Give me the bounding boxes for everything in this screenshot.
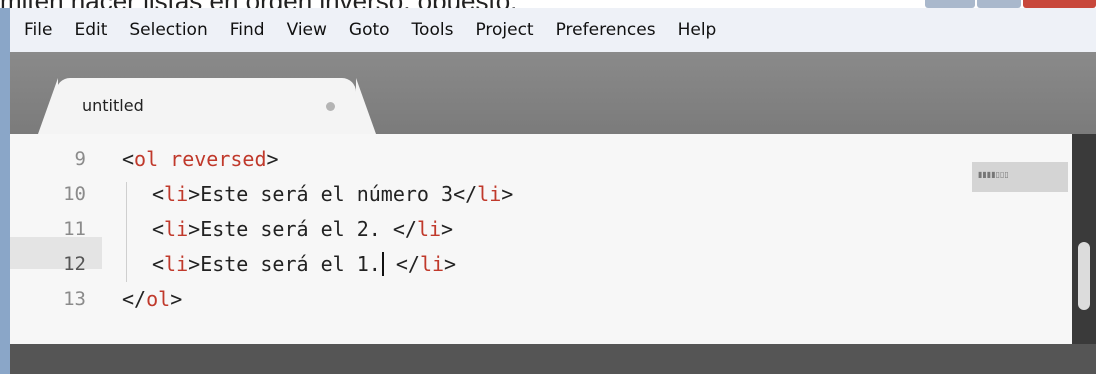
line-number: 10 [63, 183, 86, 205]
menu-find[interactable]: Find [219, 20, 276, 40]
code-line-current: <li>Este será el 1. </li> [152, 252, 457, 276]
minimap-preview: ▮▮▮▮▯▯▯ [978, 170, 1009, 179]
menu-tools[interactable]: Tools [401, 20, 465, 40]
vertical-scrollbar[interactable] [1072, 134, 1096, 344]
menu-help[interactable]: Help [667, 20, 728, 40]
code-editor[interactable]: 9 10 11 12 13 <ol reversed> <li>Este ser… [10, 134, 1096, 344]
tab-bar: untitled [10, 52, 1096, 134]
unsaved-dot-icon[interactable] [326, 102, 335, 111]
menu-goto[interactable]: Goto [338, 20, 401, 40]
minimap[interactable]: ▮▮▮▮▯▯▯ [972, 162, 1068, 192]
scrollbar-thumb[interactable] [1078, 242, 1090, 310]
maximize-button[interactable] [977, 0, 1021, 8]
close-button[interactable] [1023, 0, 1096, 8]
menu-selection[interactable]: Selection [118, 20, 218, 40]
status-bar [10, 344, 1096, 374]
menu-preferences[interactable]: Preferences [545, 20, 667, 40]
tab-edge-left [38, 78, 58, 134]
minimize-button[interactable] [925, 0, 975, 8]
menu-view[interactable]: View [276, 20, 338, 40]
menu-bar: File Edit Selection Find View Goto Tools… [10, 8, 1096, 52]
line-number-gutter: 9 10 11 12 13 [10, 134, 102, 344]
code-line: <ol reversed> [122, 147, 279, 171]
menu-file[interactable]: File [10, 20, 63, 40]
menu-edit[interactable]: Edit [63, 20, 118, 40]
menu-project[interactable]: Project [464, 20, 544, 40]
code-line: <li>Este será el 2. </li> [152, 217, 454, 241]
window-content: File Edit Selection Find View Goto Tools… [10, 8, 1096, 374]
tab-untitled[interactable]: untitled [56, 78, 356, 134]
code-area[interactable]: <ol reversed> <li>Este será el número 3<… [122, 134, 1056, 344]
code-line: </ol> [122, 287, 183, 311]
tab-title: untitled [82, 96, 144, 115]
line-number: 9 [74, 148, 86, 170]
line-number-current: 12 [63, 253, 86, 275]
editor-window: File Edit Selection Find View Goto Tools… [0, 8, 1096, 374]
code-line: <li>Este será el número 3</li> [152, 182, 514, 206]
line-number: 13 [63, 288, 86, 310]
tab-edge-right [356, 78, 376, 134]
line-number: 11 [63, 218, 86, 240]
